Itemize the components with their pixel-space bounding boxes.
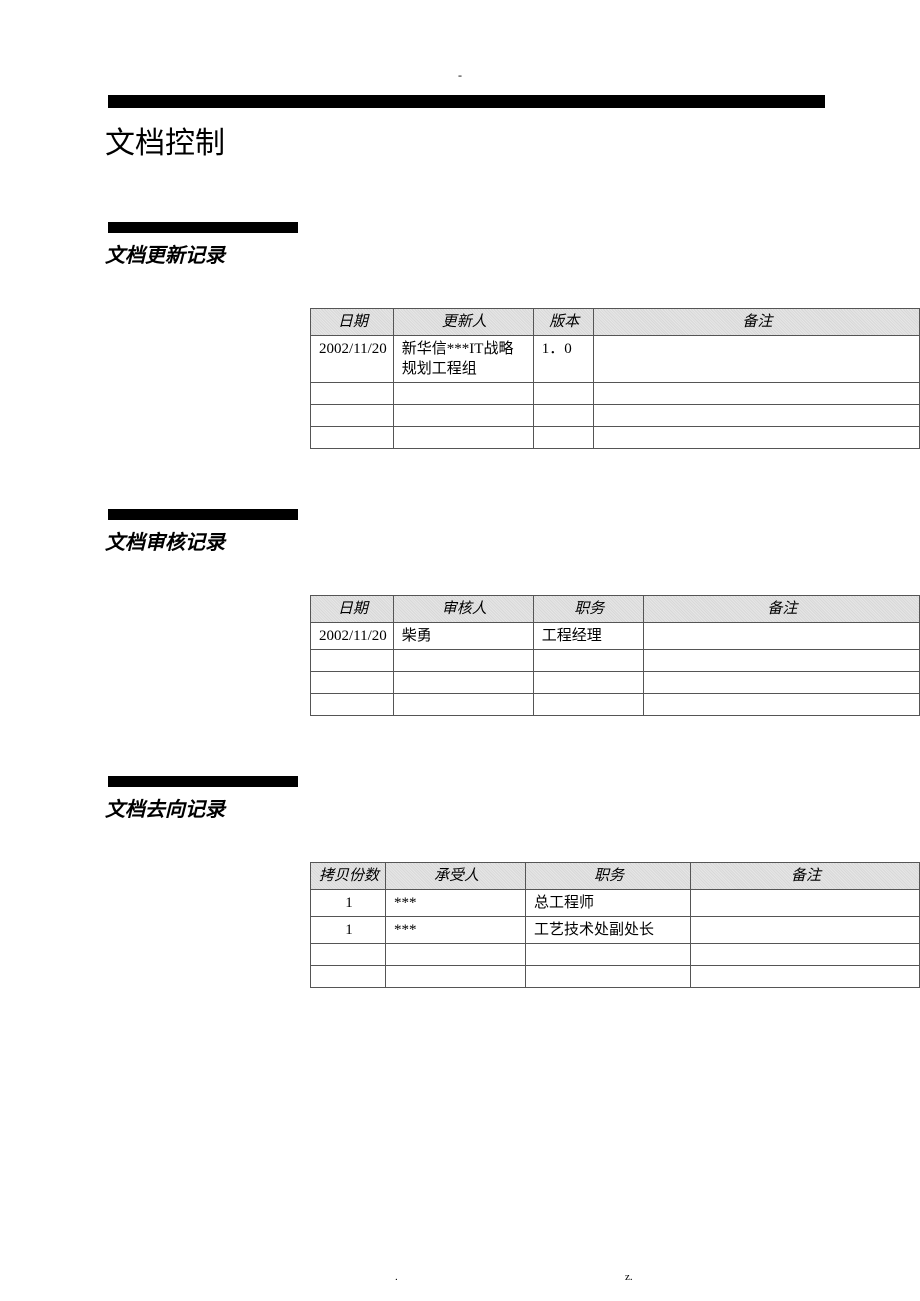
th: 备注 [643, 596, 919, 623]
cell [533, 694, 643, 716]
th: 备注 [691, 863, 920, 890]
cell [393, 672, 533, 694]
header-mark: - [458, 68, 462, 83]
table-row: 1 *** 总工程师 [311, 890, 920, 917]
th: 审核人 [393, 596, 533, 623]
section-bar-review [108, 509, 298, 520]
th: 日期 [311, 596, 394, 623]
section-title-update: 文档更新记录 [105, 239, 870, 268]
th: 备注 [593, 309, 919, 336]
top-rule [108, 95, 825, 108]
table-row [311, 405, 920, 427]
cell [533, 405, 593, 427]
cell: 新华信***IT战略规划工程组 [393, 336, 533, 383]
section-title-review: 文档审核记录 [105, 526, 870, 555]
cell [643, 650, 919, 672]
th: 承受人 [386, 863, 526, 890]
table-row: 2002/11/20 柴勇 工程经理 [311, 623, 920, 650]
cell [386, 944, 526, 966]
table-update-wrap: 日期 更新人 版本 备注 2002/11/20 新华信***IT战略规划工程组 … [50, 308, 820, 449]
cell [311, 944, 386, 966]
section-bar-distribute [108, 776, 298, 787]
table-distribute-wrap: 拷贝份数 承受人 职务 备注 1 *** 总工程师 1 *** 工艺技术处副处长 [50, 862, 820, 988]
cell: 1．0 [533, 336, 593, 383]
section-bar-update [108, 222, 298, 233]
cell [393, 427, 533, 449]
th: 版本 [533, 309, 593, 336]
table-update: 日期 更新人 版本 备注 2002/11/20 新华信***IT战略规划工程组 … [310, 308, 920, 449]
table-review: 日期 审核人 职务 备注 2002/11/20 柴勇 工程经理 [310, 595, 920, 716]
cell [393, 694, 533, 716]
table-row [311, 966, 920, 988]
cell [533, 427, 593, 449]
cell [593, 336, 919, 383]
table-row [311, 427, 920, 449]
table-row: 2002/11/20 新华信***IT战略规划工程组 1．0 [311, 336, 920, 383]
cell [691, 917, 920, 944]
cell [691, 890, 920, 917]
table-review-wrap: 日期 审核人 职务 备注 2002/11/20 柴勇 工程经理 [50, 595, 820, 716]
cell: 工程经理 [533, 623, 643, 650]
cell [311, 672, 394, 694]
table-row [311, 694, 920, 716]
cell: 1 [311, 890, 386, 917]
cell [311, 405, 394, 427]
cell [593, 383, 919, 405]
th: 职务 [533, 596, 643, 623]
cell [311, 650, 394, 672]
table-row [311, 650, 920, 672]
footer-left: . [395, 1271, 398, 1283]
footer-right: z. [625, 1271, 633, 1283]
cell: 2002/11/20 [311, 336, 394, 383]
cell: 工艺技术处副处长 [526, 917, 691, 944]
table-row [311, 944, 920, 966]
table-row [311, 672, 920, 694]
main-title: 文档控制 [105, 118, 870, 162]
cell [526, 966, 691, 988]
table-header-row: 拷贝份数 承受人 职务 备注 [311, 863, 920, 890]
cell: 柴勇 [393, 623, 533, 650]
cell [643, 694, 919, 716]
cell [311, 694, 394, 716]
cell [533, 383, 593, 405]
cell [393, 383, 533, 405]
table-header-row: 日期 更新人 版本 备注 [311, 309, 920, 336]
cell [643, 623, 919, 650]
document-page: - 文档控制 文档更新记录 日期 更新人 版本 备注 2002/11/20 新华… [0, 0, 920, 1301]
cell: 2002/11/20 [311, 623, 394, 650]
section-title-distribute: 文档去向记录 [105, 793, 870, 822]
cell: *** [386, 890, 526, 917]
cell [593, 427, 919, 449]
table-row [311, 383, 920, 405]
th: 日期 [311, 309, 394, 336]
cell [691, 944, 920, 966]
cell: 总工程师 [526, 890, 691, 917]
cell [643, 672, 919, 694]
cell [533, 650, 643, 672]
cell: 1 [311, 917, 386, 944]
cell: *** [386, 917, 526, 944]
cell [311, 427, 394, 449]
th: 拷贝份数 [311, 863, 386, 890]
th: 职务 [526, 863, 691, 890]
cell [593, 405, 919, 427]
table-distribute: 拷贝份数 承受人 职务 备注 1 *** 总工程师 1 *** 工艺技术处副处长 [310, 862, 920, 988]
table-header-row: 日期 审核人 职务 备注 [311, 596, 920, 623]
cell [393, 650, 533, 672]
cell [386, 966, 526, 988]
table-row: 1 *** 工艺技术处副处长 [311, 917, 920, 944]
cell [526, 944, 691, 966]
cell [393, 405, 533, 427]
cell [311, 383, 394, 405]
th: 更新人 [393, 309, 533, 336]
cell [311, 966, 386, 988]
cell [691, 966, 920, 988]
cell [533, 672, 643, 694]
